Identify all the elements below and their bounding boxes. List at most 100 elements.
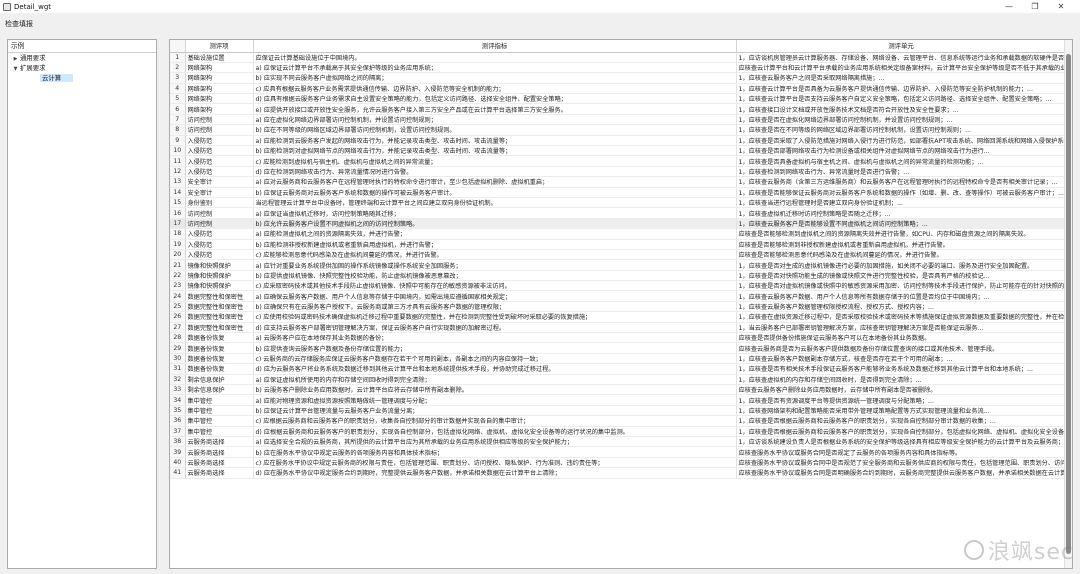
item-cell[interactable]: 入侵防范 [185,155,254,167]
table-row[interactable]: 27 数据完整性和保密性 d) 应支持云服务客户部署密钥管理解决方案，保证云服务客户… [170,322,1067,334]
row-index-cell[interactable]: 19 [170,239,186,250]
unit-cell[interactable]: 1，应核查接口设计文档或开放性服务技术文档是否符合开放性及安全性要求；... [736,103,1067,115]
row-index-cell[interactable]: 21 [170,259,186,271]
row-index-cell[interactable]: 10 [170,145,186,157]
row-index-cell[interactable]: 28 [170,332,186,344]
table-row[interactable]: 18 入侵防范 a) 应能检测虚拟机之间的资源隔离失效，并进行告警； 应核查是否能够检… [170,228,1067,240]
item-cell[interactable]: 入侵防范 [185,249,254,261]
indicator-cell[interactable]: d) 应支持云服务客户部署密钥管理解决方案，保证云服务客户自行实现数据的加解密过… [253,322,737,334]
unit-cell[interactable]: 1，应核查是否对生成的虚拟机镜像进行必要的加固措施，如关闭不必要的端口、服务及进… [736,259,1067,271]
table-row[interactable]: 32 剩余信息保护 a) 应保证虚拟机所使用的内存和存储空间回收时得到完全清除； 1，… [170,374,1067,386]
table-row[interactable]: 33 剩余信息保护 b) 云服务客户删除业务应用数据时，云计算平台应将云存储中所有副… [170,384,1067,396]
row-index-cell[interactable]: 33 [170,384,186,396]
indicator-cell[interactable]: b) 应在不同等级的网络区域边界部署访问控制机制，设置访问控制规则。 [253,124,737,136]
unit-cell[interactable]: 1，应核查是否根据云服务商和云服务客户的职责划分，实现各自控制部分审计数据的收集… [736,415,1067,427]
table-row[interactable]: 12 入侵防范 d) 应在检测到网络攻击行为、异常流量情况时进行告警。 1，应核查检测… [170,166,1067,178]
unit-cell[interactable]: 1，应核查是否具备虚拟机与宿主机之间、虚拟机与虚拟机之间的异常流量的检测功能；.… [736,155,1067,167]
item-cell[interactable]: 网络架构 [185,83,254,95]
table-row[interactable]: 37 集中管控 d) 应根据云服务商和云服务客户的职责划分，实现各自控制部分，包括虚… [170,426,1067,437]
item-cell[interactable]: 云服务商选择 [185,457,254,469]
table-row[interactable]: 4 网络架构 c) 应具有根据云服务客户业务需求提供通信传输、边界防护、入侵防范等安… [170,83,1067,95]
unit-cell[interactable]: 1，应访谈机房管理员云计算服务器、存储设备、网络设备、云管理平台、信息系统等运行… [736,52,1067,63]
unit-cell[interactable]: 1，应核查是否在虚拟化网络边界部署访问控制机制，并设置访问控制规则；... [736,114,1067,126]
table-row[interactable]: 20 入侵防范 c) 应能够检测恶意代码感染及在虚拟机间蔓延的情况，并进行告警。 应核… [170,249,1067,261]
indicator-cell[interactable]: a) 应在虚拟化网络边界部署访问控制机制，并设置访问控制规则； [253,114,737,126]
table-row[interactable]: 11 入侵防范 c) 应能检测到虚拟机与宿主机、虚拟机与虚拟机之间的异常流量； 1，应… [170,155,1067,167]
row-index-cell[interactable]: 7 [170,114,186,126]
unit-cell[interactable]: 1，应核查云服务客户是否能够设置不同虚拟机之间访问控制策略；... [736,218,1067,230]
row-index-cell[interactable]: 12 [170,166,186,178]
item-cell[interactable]: 云服务商选择 [185,436,254,448]
indicator-cell[interactable]: b) 云服务客户删除业务应用数据时，云计算平台应将云存储中所有副本删除。 [253,384,737,396]
indicator-cell[interactable]: d) 应具有根据云服务客户业务需求自主设置安全策略的能力，包括定义访问路径、选择… [253,93,737,105]
unit-cell[interactable]: 1，应核查是否有资源调度平台等提供资源统一管理调度与分配策略；... [736,394,1067,406]
table-row[interactable]: 9 入侵防范 a) 应能检测到云服务客户发起的网络攻击行为，并能记录攻击类型、攻击时… [170,135,1067,147]
item-cell[interactable]: 入侵防范 [185,228,254,240]
table-row[interactable]: 34 集中管控 a) 应能对物理资源和虚拟资源按照策略做统一管理调度与分配； 1，应核… [170,394,1067,406]
row-index-cell[interactable]: 35 [170,405,186,417]
item-cell[interactable]: 云服务商选择 [185,446,254,458]
indicator-cell[interactable]: c) 应使用校验码或密码技术确保虚拟机迁移过程中重要数据的完整性，并在检测到完整… [253,311,737,323]
column-header-item[interactable]: 测评项 [185,40,254,53]
indicator-cell[interactable]: b) 应提供查询云服务客户数据及备份存储位置的能力； [253,342,737,354]
item-cell[interactable]: 镜像和快照保护 [185,270,254,282]
indicator-cell[interactable]: c) 云服务商的云存储服务应保证云服务客户数据存在若干个可用的副本，各副本之间的… [253,353,737,365]
table-row[interactable]: 19 入侵防范 b) 应能检测非授权新建虚拟机或者重新启用虚拟机，并进行告警； 应核查… [170,239,1067,250]
item-cell[interactable]: 访问控制 [185,114,254,126]
table-row[interactable]: 41 云服务商选择 d) 应在服务水平协议中规定服务合约到期时，完整提供云服务客户数… [170,467,1067,479]
unit-cell[interactable]: 1，应核查当进行远程管理时是否建立双向身份验证机制；... [736,197,1067,209]
indicator-cell[interactable]: d) 应为云服务客户将业务系统及数据迁移到其他云计算平台和本地系统提供技术手段，… [253,363,737,375]
indicator-cell[interactable]: c) 应能检测到虚拟机与宿主机、虚拟机与虚拟机之间的异常流量； [253,155,737,167]
indicator-cell[interactable]: a) 应能对物理资源和虚拟资源按照策略做统一管理调度与分配； [253,394,737,406]
table-row[interactable]: 40 云服务商选择 c) 应在服务水平协议中规定云服务商的权限与责任，包括管理范围、… [170,457,1067,469]
unit-cell[interactable]: 1，应核查是否有相关技术手段保证云服务客户能够将业务系统及数据迁移到其他云计算平… [736,363,1067,375]
item-cell[interactable]: 集中管控 [185,415,254,427]
unit-cell[interactable]: 1，应核查是否对虚拟机镜像或快照中的敏感资源采用加密、访问控制等技术手段进行保护… [736,280,1067,292]
tree-node[interactable]: 云计算 [8,73,156,83]
unit-cell[interactable]: 1，应核查云服务客户数据、用户个人信息等所有数据存储于的位置是否均位于中国境内；… [736,290,1067,302]
table-row[interactable]: 21 镜像和快照保护 a) 应针对重要业务系统提供加固的操作系统镜像或操作系统安全加… [170,259,1067,271]
expanded-arrow-icon[interactable]: ▼ [11,64,20,74]
item-cell[interactable]: 云服务商选择 [185,467,254,479]
row-index-cell[interactable]: 13 [170,176,186,188]
item-cell[interactable]: 数据完整性和保密性 [185,301,254,313]
indicator-cell[interactable]: c) 应在服务水平协议中规定云服务商的权限与责任，包括管理范围、职责划分、访问授… [253,457,737,469]
row-index-cell[interactable]: 3 [170,72,186,84]
row-index-cell[interactable]: 24 [170,290,186,302]
row-index-cell[interactable]: 31 [170,363,186,375]
table-row[interactable]: 7 访问控制 a) 应在虚拟化网络边界部署访问控制机制，并设置访问控制规则； 1，应核… [170,114,1067,126]
indicator-cell[interactable]: b) 应实现不同云服务客户虚拟网络之间的隔离； [253,72,737,84]
item-cell[interactable]: 访问控制 [185,218,254,230]
indicator-cell[interactable]: b) 应提供虚拟机镜像、快照完整性校验功能，防止虚拟机镜像被恶意篡改； [253,270,737,282]
indicator-cell[interactable]: a) 应能检测到云服务客户发起的网络攻击行为，并能记录攻击类型、攻击时间、攻击流… [253,135,737,147]
column-header-indicator[interactable]: 测评指标 [253,40,737,53]
item-cell[interactable]: 镜像和快照保护 [185,280,254,292]
row-index-cell[interactable]: 41 [170,467,186,479]
indicator-cell[interactable]: a) 应针对重要业务系统提供加固的操作系统镜像或操作系统安全加固服务； [253,259,737,271]
item-cell[interactable]: 安全审计 [185,187,254,198]
unit-cell[interactable]: 应核查服务水平协议或服务合同是否明确服务合约到期时，云服务商完整提供云服务客户数… [736,467,1067,479]
row-index-cell[interactable]: 9 [170,135,186,147]
indicator-cell[interactable]: c) 应具有根据云服务客户业务需求提供通信传输、边界防护、入侵防范等安全机制的能… [253,83,737,95]
item-cell[interactable]: 数据完整性和保密性 [185,311,254,323]
indicator-cell[interactable]: b) 应能检测非授权新建虚拟机或者重新启用虚拟机，并进行告警； [253,239,737,250]
unit-cell[interactable]: 应核查是否能够检测到虚拟机之间的资源隔离失效并进行告警，如CPU、内存和磁盘资源… [736,228,1067,240]
unit-cell[interactable]: 1，应核查检测到网络攻击行为、异常流量时是否进行告警；... [736,166,1067,178]
unit-cell[interactable]: 应核查服务水平协议或服务合同是否规定了云服务的各项服务内容和具体指标等。 [736,446,1067,458]
row-index-cell[interactable]: 14 [170,187,186,198]
indicator-cell[interactable]: 应保证云计算基础设施位于中国境内。 [253,52,737,63]
unit-cell[interactable]: 1，应核查网络架构和配置策略能否采用带外管理或策略配置等方式实现管理流量和业务流… [736,405,1067,417]
column-header-unit[interactable]: 测评单元 [736,40,1067,53]
item-cell[interactable]: 剩余信息保护 [185,374,254,386]
item-cell[interactable]: 安全审计 [185,176,254,188]
tree-node[interactable]: ▼ 扩展要求 [8,63,156,73]
unit-cell[interactable]: 1，应核查云计算平台是否支持云服务客户自定义安全策略，包括定义访问路径、选择安全… [736,93,1067,105]
row-index-cell[interactable]: 32 [170,374,186,386]
unit-cell[interactable]: 1，应核查云计算平台是否具备为云服务客户提供通信传输、边界防护、入侵防范等安全防… [736,83,1067,95]
row-index-cell[interactable]: 1 [170,52,186,63]
row-index-cell[interactable]: 8 [170,124,186,136]
table-row[interactable]: 17 访问控制 b) 应允许云服务客户设置不同虚拟机之间的访问控制策略。 1，应核查云… [170,218,1067,230]
unit-cell[interactable]: 1，应核查是否对快照功能生成的镜像或快照文件进行完整性校验，是否具有严格的校验记… [736,270,1067,282]
unit-cell[interactable]: 1，应核查云服务客户之间是否采取网络隔离措施；... [736,72,1067,84]
indicator-cell[interactable]: e) 应提供开放接口或开放性安全服务，允许云服务客户接入第三方安全产品或在云计算… [253,103,737,115]
